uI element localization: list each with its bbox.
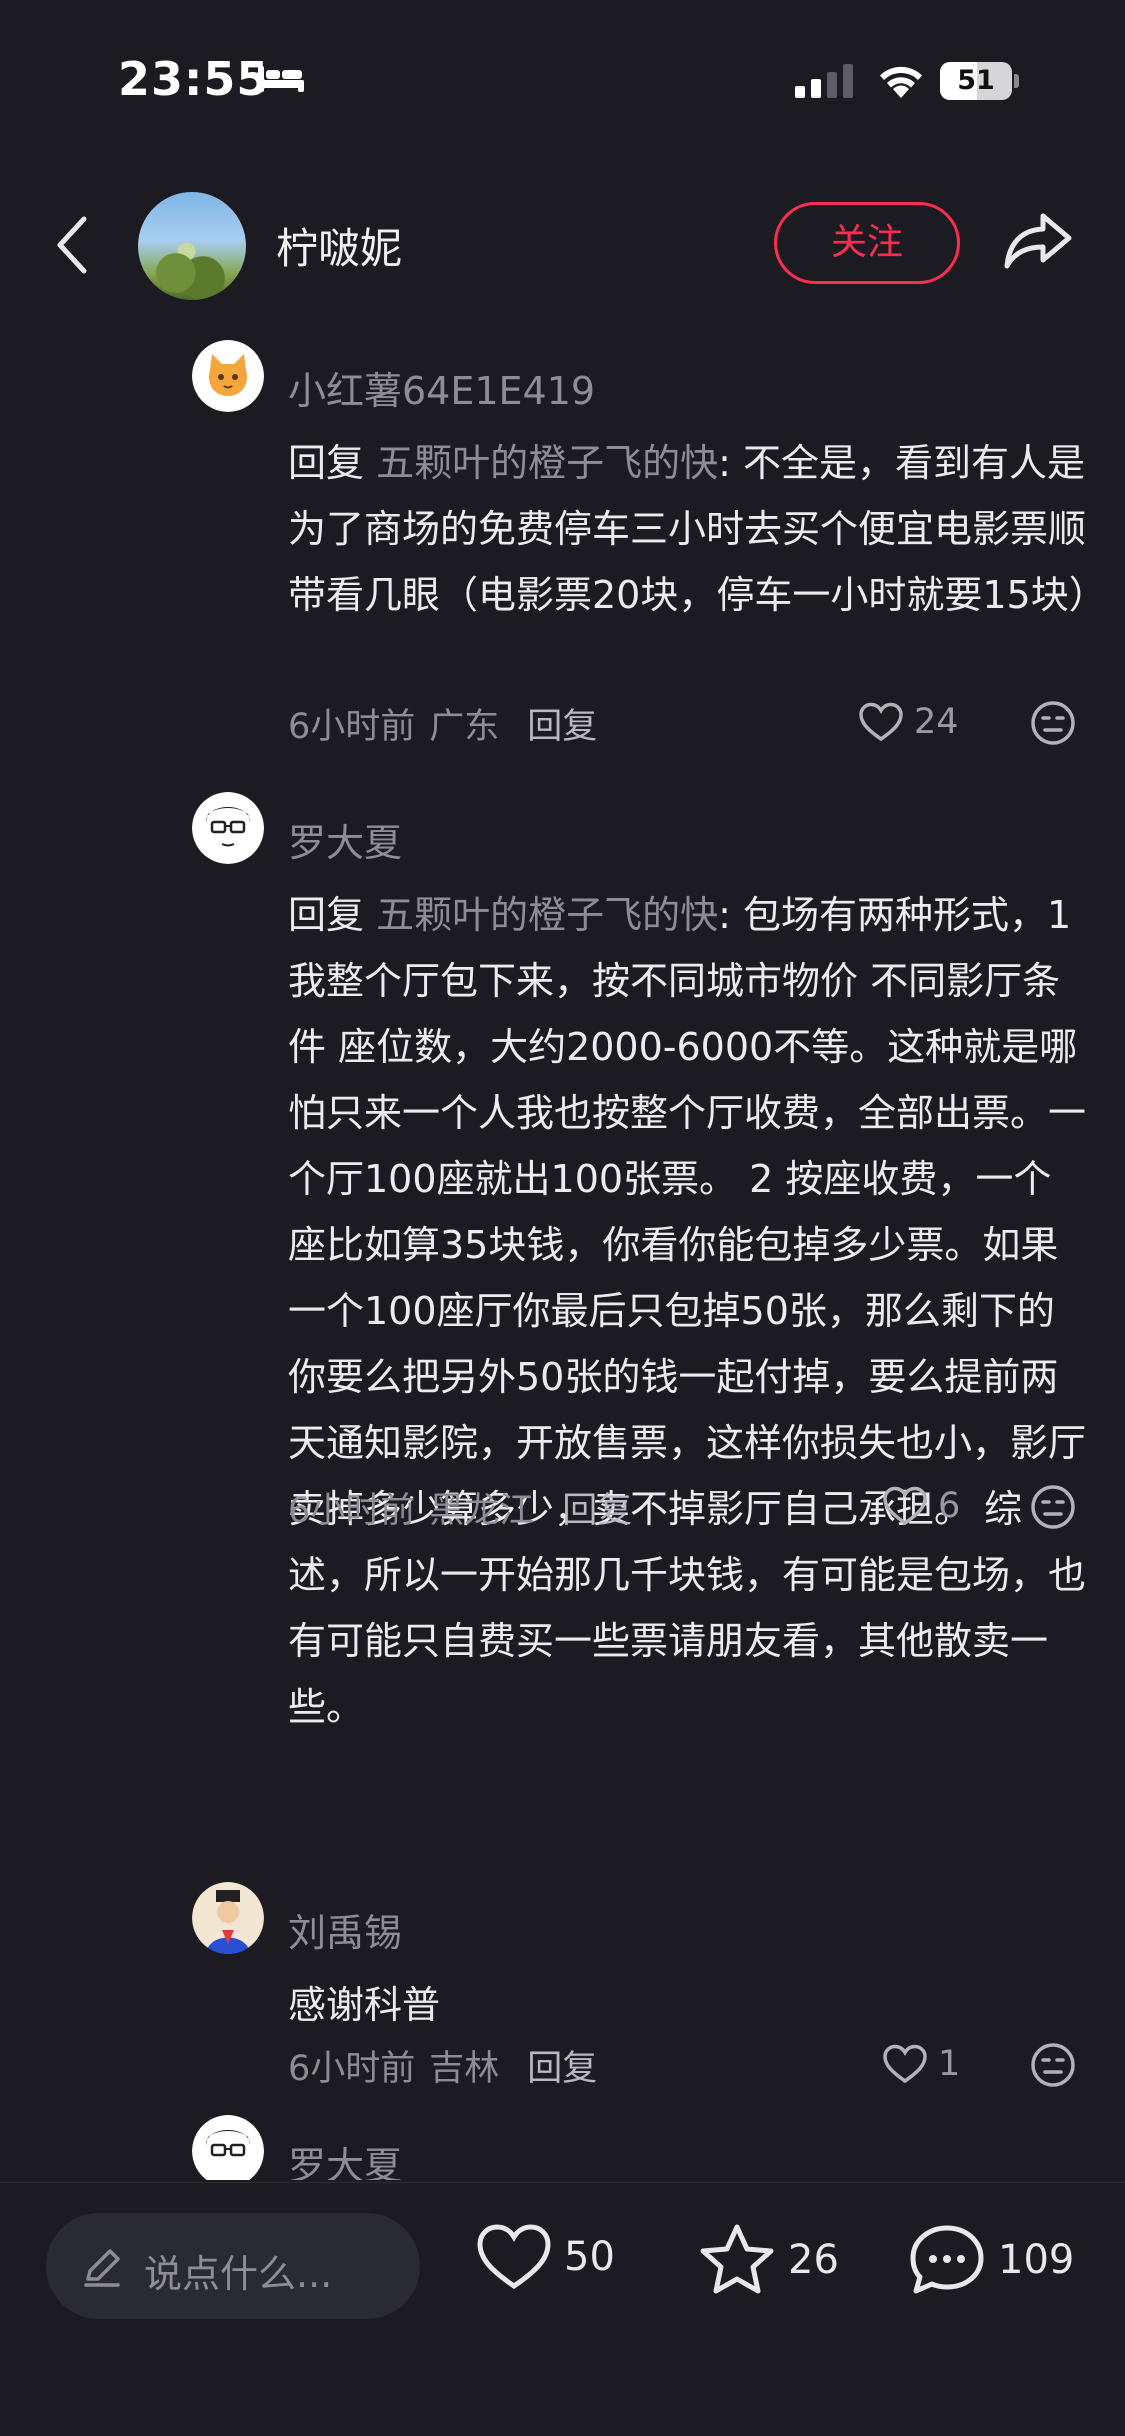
reply-target-name[interactable]: 五颗叶的橙子飞的快 (376, 441, 718, 485)
comment-like-button[interactable]: 24 (858, 702, 959, 742)
dislike-face-icon[interactable] (1030, 1484, 1076, 1530)
comment-button[interactable]: 109 (908, 2223, 1074, 2297)
comment-username[interactable]: 罗大夏 (288, 812, 402, 867)
comment-username[interactable]: 刘禹锡 (288, 1902, 402, 1957)
like-count: 1 (938, 2044, 961, 2084)
collect-button[interactable]: 26 (698, 2223, 839, 2297)
comment-time: 6小时前 (288, 707, 416, 747)
reply-button[interactable]: 回复 (527, 2049, 597, 2089)
comment-list[interactable]: 小红薯64E1E419 回复 五颗叶的橙子飞的快: 不全是，看到有人是为了商场的… (0, 340, 1125, 2180)
like-button[interactable]: 50 (476, 2223, 615, 2291)
sleep-focus-icon (258, 66, 304, 92)
comment-meta: 6小时前 黑龙江 回复 (288, 1482, 632, 1533)
status-bar: 23:55 51 (0, 0, 1125, 160)
comment-location: 广东 (429, 707, 500, 747)
battery-percentage: 51 (957, 65, 995, 96)
author-name[interactable]: 柠啵妮 (276, 215, 402, 276)
comment-meta: 6小时前 吉林 回复 (288, 2040, 597, 2091)
comment-time: 6小时前 (288, 1491, 416, 1531)
comment-input[interactable]: 说点什么... (46, 2213, 420, 2319)
comment-location: 吉林 (429, 2049, 500, 2089)
reply-button[interactable]: 回复 (562, 1491, 632, 1531)
comment-like-button[interactable]: 1 (882, 2044, 960, 2084)
follow-button[interactable]: 关注 (774, 202, 960, 284)
comment-meta: 6小时前 广东 回复 (288, 698, 597, 749)
comment-input-placeholder: 说点什么... (144, 2252, 333, 2296)
pencil-icon (84, 2249, 120, 2287)
status-time: 23:55 (118, 52, 270, 106)
note-comment-count: 109 (998, 2237, 1075, 2283)
author-avatar[interactable] (138, 192, 246, 300)
like-count: 6 (938, 1486, 961, 1526)
comment-time: 6小时前 (288, 2049, 416, 2089)
heart-icon (883, 1486, 927, 1526)
bottom-action-bar: 说点什么... 50 26 109 (0, 2183, 1125, 2436)
sketch-face-avatar-icon[interactable] (192, 792, 264, 864)
back-chevron-icon[interactable] (52, 215, 92, 275)
comment-username[interactable]: 小红薯64E1E419 (288, 360, 595, 415)
note-collect-count: 26 (788, 2237, 839, 2283)
comment-text: 感谢科普 (288, 1983, 441, 2027)
heart-icon (477, 2224, 551, 2290)
reply-target-name[interactable]: 五颗叶的橙子飞的快 (376, 893, 718, 937)
share-icon[interactable] (1003, 210, 1073, 270)
heart-icon (859, 702, 903, 742)
wifi-icon (880, 66, 922, 98)
note-like-count: 50 (564, 2234, 615, 2280)
star-icon (700, 2224, 774, 2294)
comment-username[interactable]: 罗大夏 (288, 2135, 402, 2180)
heart-icon (883, 2044, 927, 2084)
reply-button[interactable]: 回复 (527, 707, 597, 747)
dislike-face-icon[interactable] (1030, 2042, 1076, 2088)
dislike-face-icon[interactable] (1030, 700, 1076, 746)
battery-indicator: 51 (940, 62, 1019, 100)
comment-like-button[interactable]: 6 (882, 1486, 960, 1526)
like-count: 24 (914, 702, 959, 742)
comment-text: 回复 五颗叶的橙子飞的快: 包场有两种形式，1 我整个厅包下来，按不同城市物价 … (288, 893, 1087, 1729)
portrait-avatar-icon[interactable] (192, 1882, 264, 1954)
cat-avatar-icon[interactable] (192, 340, 264, 412)
chat-bubble-icon (910, 2225, 984, 2294)
comment-text: 回复 五颗叶的橙子飞的快: 不全是，看到有人是为了商场的免费停车三小时去买个便宜… (288, 441, 1107, 617)
sketch-face-avatar-icon[interactable] (192, 2115, 264, 2180)
cellular-signal-icon (795, 64, 853, 98)
note-header: 柠啵妮 关注 (0, 180, 1125, 310)
comment-location: 黑龙江 (429, 1491, 535, 1531)
